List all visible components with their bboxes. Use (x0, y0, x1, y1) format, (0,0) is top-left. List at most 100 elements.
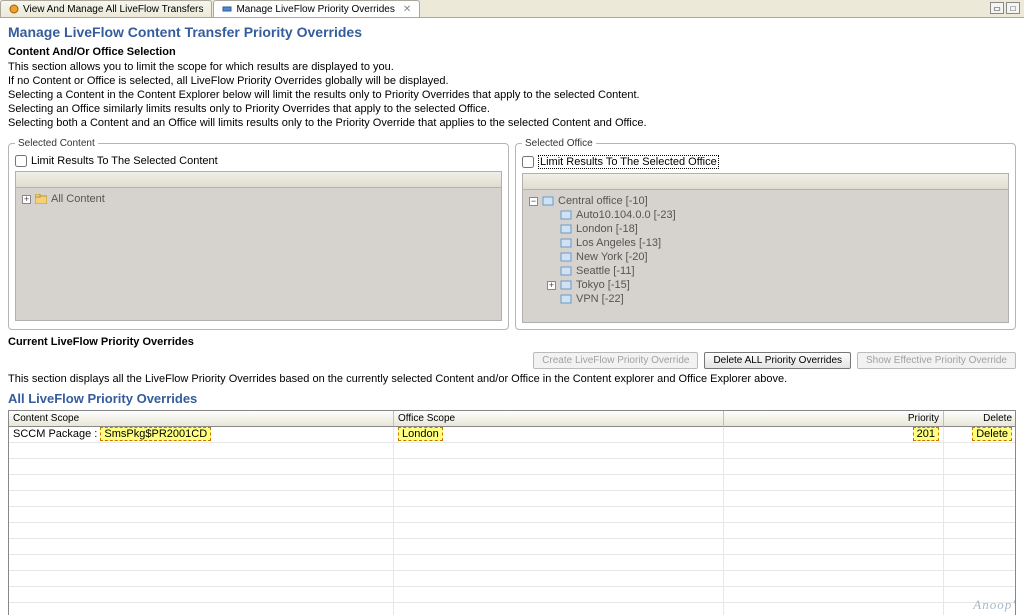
priority-value: 201 (913, 427, 939, 441)
office-icon (560, 266, 572, 276)
office-icon (560, 252, 572, 262)
page-title: Manage LiveFlow Content Transfer Priorit… (8, 24, 1016, 40)
intro-line: Selecting a Content in the Content Explo… (8, 88, 1016, 102)
tree-item-all-content[interactable]: + All Content (22, 192, 495, 206)
content-tree: + All Content (15, 171, 502, 321)
content-tree-body[interactable]: + All Content (16, 188, 501, 321)
selection-panels: Selected Content Limit Results To The Se… (8, 138, 1016, 330)
tree-item-central-office[interactable]: − Central office [-10] (529, 194, 1002, 208)
tree-item-label: Central office [-10] (558, 195, 648, 207)
limit-content-row[interactable]: Limit Results To The Selected Content (15, 155, 502, 167)
cell-office-scope: London (394, 427, 724, 442)
highlight-underline (979, 426, 1014, 427)
watermark: Anoop' (973, 597, 1016, 613)
table-row[interactable]: SCCM Package : SmsPkg$PR2001CD London 20… (9, 427, 1015, 443)
tree-item-office[interactable]: + Tokyo [-15] (529, 278, 1002, 292)
content-scope-prefix: SCCM Package : (13, 428, 100, 440)
tree-item-office[interactable]: Los Angeles [-13] (529, 236, 1002, 250)
office-icon (560, 280, 572, 290)
tab-priority-overrides[interactable]: Manage LiveFlow Priority Overrides ✕ (213, 0, 420, 17)
col-delete[interactable]: Delete (944, 411, 1016, 427)
col-office-scope[interactable]: Office Scope (394, 411, 724, 427)
editor-tabbar: View And Manage All LiveFlow Transfers M… (0, 0, 1024, 18)
table-row-empty (9, 491, 1015, 507)
cell-content-scope: SCCM Package : SmsPkg$PR2001CD (9, 427, 394, 442)
office-icon (542, 196, 554, 206)
office-scope-value: London (398, 427, 443, 441)
intro-text: This section allows you to limit the sco… (8, 60, 1016, 130)
tree-item-office[interactable]: London [-18] (529, 222, 1002, 236)
expand-icon[interactable]: + (547, 281, 556, 290)
tree-item-label: All Content (51, 193, 105, 205)
cell-delete[interactable]: Delete (944, 427, 1016, 442)
tree-item-office[interactable]: New York [-20] (529, 250, 1002, 264)
tree-item-label: Los Angeles [-13] (576, 237, 661, 249)
folder-icon (35, 194, 47, 204)
tree-item-label: London [-18] (576, 223, 638, 235)
col-label: Priority (908, 413, 939, 424)
expand-icon[interactable]: + (22, 195, 31, 204)
col-label: Content Scope (13, 413, 79, 424)
tree-item-label: New York [-20] (576, 251, 648, 263)
tree-item-label: VPN [-22] (576, 293, 624, 305)
selected-office-legend: Selected Office (522, 138, 596, 149)
office-icon (560, 238, 572, 248)
col-label: Office Scope (398, 413, 455, 424)
limit-office-checkbox[interactable] (522, 156, 534, 168)
table-row-empty (9, 523, 1015, 539)
col-content-scope[interactable]: Content Scope (9, 411, 394, 427)
window-controls: ▭ □ (990, 2, 1020, 14)
tree-item-office[interactable]: VPN [-22] (529, 292, 1002, 306)
office-icon (560, 294, 572, 304)
limit-content-label: Limit Results To The Selected Content (31, 155, 218, 167)
show-effective-button[interactable]: Show Effective Priority Override (857, 352, 1016, 369)
table-row-empty (9, 459, 1015, 475)
intro-line: If no Content or Office is selected, all… (8, 74, 1016, 88)
table-row-empty (9, 475, 1015, 491)
col-label: Delete (983, 413, 1012, 424)
cell-priority: 201 (724, 427, 944, 442)
limit-office-row[interactable]: Limit Results To The Selected Office (522, 155, 1009, 169)
close-icon[interactable]: ✕ (403, 4, 411, 15)
table-row-empty (9, 603, 1015, 615)
limit-content-checkbox[interactable] (15, 155, 27, 167)
tab-view-transfers[interactable]: View And Manage All LiveFlow Transfers (0, 0, 212, 17)
table-row-empty (9, 555, 1015, 571)
maximize-button[interactable]: □ (1006, 2, 1020, 14)
collapse-icon[interactable]: − (529, 197, 538, 206)
table-row-empty (9, 587, 1015, 603)
highlight-underline (901, 426, 941, 427)
tab-label: View And Manage All LiveFlow Transfers (23, 4, 203, 15)
table-row-empty (9, 539, 1015, 555)
overrides-grid: Content Scope Office Scope Priority Dele… (8, 410, 1016, 615)
transfers-icon (9, 4, 19, 14)
table-row-empty (9, 571, 1015, 587)
content-scope-value: SmsPkg$PR2001CD (100, 427, 211, 441)
tab-label: Manage LiveFlow Priority Overrides (236, 4, 394, 15)
tree-item-label: Auto10.104.0.0 [-23] (576, 209, 676, 221)
delete-all-overrides-button[interactable]: Delete ALL Priority Overrides (704, 352, 851, 369)
tree-item-office[interactable]: Seattle [-11] (529, 264, 1002, 278)
office-tree: − Central office [-10] Auto10.104.0.0 [-… (522, 173, 1009, 323)
selected-content-legend: Selected Content (15, 138, 98, 149)
intro-line: Selecting an Office similarly limits res… (8, 102, 1016, 116)
intro-line: Selecting both a Content and an Office w… (8, 116, 1016, 130)
tree-item-office[interactable]: Auto10.104.0.0 [-23] (529, 208, 1002, 222)
minimize-button[interactable]: ▭ (990, 2, 1004, 14)
delete-link[interactable]: Delete (972, 427, 1012, 441)
description-line: This section displays all the LiveFlow P… (8, 373, 1016, 385)
tree-item-label: Seattle [-11] (576, 265, 635, 277)
create-override-button[interactable]: Create LiveFlow Priority Override (533, 352, 698, 369)
table-row-empty (9, 507, 1015, 523)
selected-content-group: Selected Content Limit Results To The Se… (8, 138, 509, 330)
selected-office-group: Selected Office Limit Results To The Sel… (515, 138, 1016, 330)
current-overrides-label: Current LiveFlow Priority Overrides (8, 336, 1016, 348)
tree-item-label: Tokyo [-15] (576, 279, 630, 291)
grid-header: Content Scope Office Scope Priority Dele… (9, 411, 1015, 427)
col-priority[interactable]: Priority (724, 411, 944, 427)
office-tree-body[interactable]: − Central office [-10] Auto10.104.0.0 [-… (523, 190, 1008, 323)
action-button-row: Create LiveFlow Priority Override Delete… (8, 352, 1016, 369)
priority-icon (222, 4, 232, 14)
sub-title: All LiveFlow Priority Overrides (8, 391, 1016, 406)
office-tree-toolbar (523, 174, 1008, 190)
